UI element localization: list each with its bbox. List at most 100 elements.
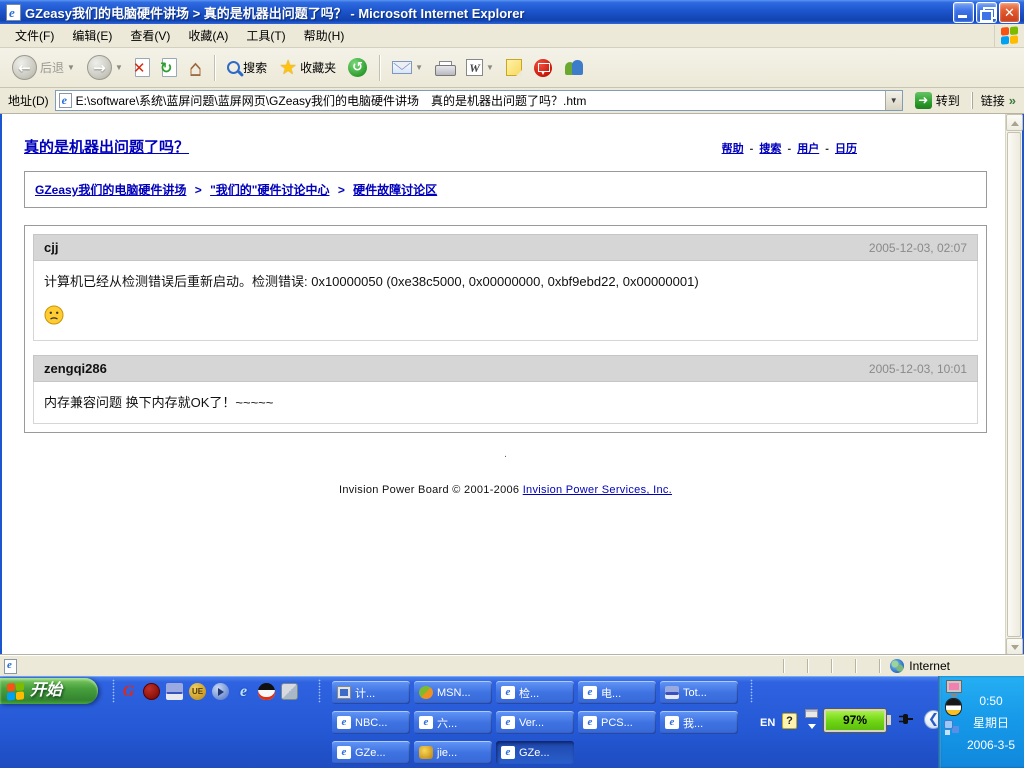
toolbar-separator	[379, 55, 380, 81]
status-bar: Internet	[0, 655, 1024, 676]
menu-file[interactable]: 文件(F)	[6, 24, 63, 47]
qq-tray-icon[interactable]	[946, 699, 961, 715]
qq-icon[interactable]	[258, 683, 275, 700]
search-link[interactable]: 搜索	[759, 143, 781, 155]
edit-with-word-button[interactable]: W ▼	[462, 57, 498, 78]
vertical-scrollbar[interactable]	[1005, 114, 1022, 655]
taskbar-window-button[interactable]: e检...	[496, 681, 574, 704]
breadcrumb-forum-link[interactable]: 硬件故障讨论区	[353, 183, 437, 197]
menu-edit[interactable]: 编辑(E)	[63, 24, 121, 47]
clock[interactable]: 0:50 星期日 2006-3-5	[962, 690, 1020, 756]
back-button[interactable]: 后退 ▼	[8, 53, 79, 82]
menu-favorites[interactable]: 收藏(A)	[179, 24, 237, 47]
mail-button[interactable]: ▼	[388, 59, 427, 76]
internet-explorer-icon[interactable]: e	[235, 683, 252, 700]
status-document-icon	[4, 659, 17, 674]
help-link[interactable]: 帮助	[722, 143, 744, 155]
back-dropdown-caret-icon[interactable]: ▼	[67, 63, 75, 72]
taskband-grip[interactable]	[318, 679, 321, 703]
flashget-icon[interactable]: G	[120, 683, 137, 700]
breadcrumb-board-link[interactable]: GZeasy我们的电脑硬件讲场	[35, 183, 186, 197]
notes-button[interactable]	[502, 57, 526, 78]
favorites-button[interactable]: ★ 收藏夹	[275, 56, 340, 80]
link-separator: -	[750, 143, 754, 155]
scrollbar-thumb[interactable]	[1007, 132, 1021, 637]
internet-explorer-icon: e	[583, 716, 597, 729]
taskbar-window-button[interactable]: ePCS...	[578, 711, 656, 734]
taskbar-window-button[interactable]: jie...	[414, 741, 492, 764]
board-footer: Invision Power Board © 2001-2006 Invisio…	[24, 484, 987, 496]
keyboard-icon[interactable]	[805, 709, 818, 718]
quick-launch-bar: G UE e	[120, 680, 298, 702]
scroll-up-arrow-icon[interactable]	[1006, 114, 1023, 131]
taskbar-window-button[interactable]: e六...	[414, 711, 492, 734]
ultraedit-icon[interactable]: UE	[189, 683, 206, 700]
volume-tray-icon[interactable]	[944, 720, 953, 729]
taskbar-window-button[interactable]: eNBC...	[332, 711, 410, 734]
quicklaunch-grip[interactable]	[112, 679, 115, 703]
forward-button[interactable]: ▼	[83, 53, 127, 82]
stop-button[interactable]	[131, 56, 154, 79]
ime-help-icon[interactable]: ?	[782, 713, 797, 729]
print-button[interactable]	[431, 59, 458, 77]
start-label: 开始	[30, 678, 62, 704]
history-button[interactable]: ↺	[344, 56, 371, 79]
start-button[interactable]: 开始	[0, 678, 98, 704]
topic-title-link[interactable]: 真的是机器出问题了吗？	[24, 136, 189, 157]
home-button[interactable]: ⌂	[185, 55, 206, 81]
forum-page: 真的是机器出问题了吗？ 帮助 - 搜索 - 用户 - 日历 GZeasy我们的电…	[2, 114, 1003, 655]
printer-icon	[435, 61, 454, 75]
edit-dropdown-caret-icon[interactable]: ▼	[486, 63, 494, 72]
minimize-button[interactable]	[953, 2, 974, 23]
footer-vendor-link[interactable]: Invision Power Services, Inc.	[523, 484, 672, 496]
taskbar-window-button[interactable]: 计...	[332, 681, 410, 704]
menu-tools[interactable]: 工具(T)	[237, 24, 294, 47]
download-manager-icon[interactable]	[143, 683, 160, 700]
forward-dropdown-caret-icon[interactable]: ▼	[115, 63, 123, 72]
battery-indicator[interactable]: 97%	[824, 709, 886, 732]
display-tray-icon[interactable]	[946, 680, 962, 693]
close-button[interactable]	[999, 2, 1020, 23]
members-link[interactable]: 用户	[797, 143, 819, 155]
floppy-disk-icon	[665, 686, 679, 699]
floppy-disk-icon[interactable]	[166, 683, 183, 700]
language-bar-caret-icon[interactable]	[808, 724, 816, 729]
mail-dropdown-caret-icon[interactable]: ▼	[415, 63, 423, 72]
internet-zone-label: Internet	[909, 659, 950, 673]
post-2: zengqi286 2005-12-03, 10:01 内存兼容问题 换下内存就…	[33, 355, 978, 424]
unsure-emoticon-icon	[44, 305, 967, 328]
search-button[interactable]: 搜索	[223, 57, 271, 78]
taskbar-window-button[interactable]: Tot...	[660, 681, 738, 704]
restore-button[interactable]	[976, 2, 997, 23]
refresh-button[interactable]	[158, 56, 181, 79]
media-center-icon[interactable]	[281, 683, 298, 700]
address-value: E:\software\系统\蓝屏问题\蓝屏网页\GZeasy我们的电脑硬件讲场…	[76, 92, 885, 109]
post-header: cjj 2005-12-03, 02:07	[33, 234, 978, 261]
menu-view[interactable]: 查看(V)	[121, 24, 179, 47]
address-input[interactable]: E:\software\系统\蓝屏问题\蓝屏网页\GZeasy我们的电脑硬件讲场…	[55, 90, 903, 111]
window-titlebar: GZeasy我们的电脑硬件讲场 > 真的是机器出问题了吗？ - Microsof…	[0, 0, 1024, 24]
taskbar-window-button[interactable]: e我...	[660, 711, 738, 734]
scroll-down-arrow-icon[interactable]	[1006, 638, 1023, 655]
taskbar-window-button[interactable]: eVer...	[496, 711, 574, 734]
post-body: 内存兼容问题 换下内存就OK了！~~~~~	[33, 382, 978, 424]
address-dropdown-button[interactable]: ▼	[885, 91, 902, 110]
post-1: cjj 2005-12-03, 02:07 计算机已经从检测错误后重新启动。检测…	[33, 234, 978, 341]
calendar-link[interactable]: 日历	[835, 143, 857, 155]
links-chevron-icon[interactable]: »	[1009, 93, 1016, 108]
media-player-icon[interactable]	[212, 683, 229, 700]
power-plug-icon[interactable]	[898, 712, 914, 731]
go-button[interactable]: ➜ 转到	[909, 90, 966, 111]
winamp-icon	[419, 746, 433, 759]
taskbar-window-button[interactable]: eGZe...	[332, 741, 410, 764]
taskbar-window-button[interactable]: e电...	[578, 681, 656, 704]
links-bar[interactable]: 链接 »	[972, 92, 1020, 109]
taskbar-window-button-active[interactable]: eGZe...	[496, 741, 574, 764]
breadcrumb-category-link[interactable]: "我们的"硬件讨论中心	[210, 183, 329, 197]
messenger-button[interactable]	[560, 57, 588, 79]
download-tool-button[interactable]	[530, 57, 556, 79]
menu-help[interactable]: 帮助(H)	[295, 24, 354, 47]
taskbar-window-button[interactable]: MSN...	[414, 681, 492, 704]
language-indicator[interactable]: EN	[760, 716, 775, 730]
browser-viewport: 真的是机器出问题了吗？ 帮助 - 搜索 - 用户 - 日历 GZeasy我们的电…	[0, 114, 1024, 655]
